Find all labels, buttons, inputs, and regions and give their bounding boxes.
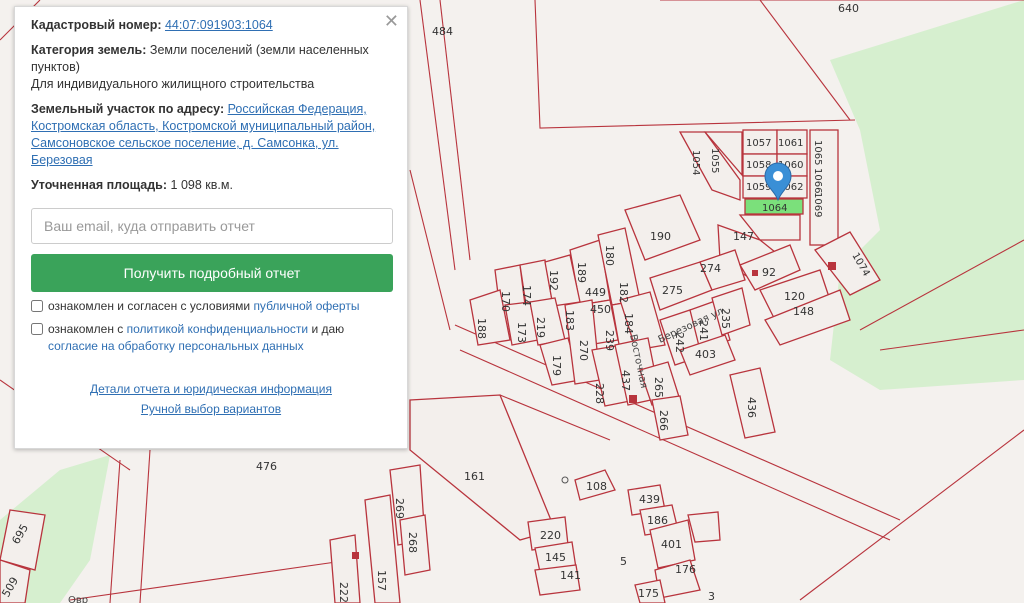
personal-data-consent-link[interactable]: согласие на обработку персональных данны… [48,339,304,353]
plot-label-184: 184 [622,313,635,334]
plot-label-161: 161 [464,470,485,483]
plot-label-268: 268 [406,532,419,553]
plot-label-145: 145 [545,551,566,564]
offer-consent-label: ознакомлен и согласен с условиями публич… [48,299,360,313]
plot-label-275: 275 [662,284,683,297]
plot-label-220: 220 [540,529,561,542]
plot-label-174: 174 [520,285,533,306]
plot-label-183: 183 [563,310,576,331]
close-icon[interactable]: ✕ [384,11,399,31]
plot-label-141: 141 [560,569,581,582]
get-report-button[interactable]: Получить подробный отчет [31,254,393,292]
plot-label-266: 266 [657,410,670,431]
plot-label-175: 175 [638,587,659,600]
plot-label-3: 3 [708,590,715,603]
plot-label-269: 269 [393,498,406,519]
land-use-value: Для индивидуального жилищного строительс… [31,77,315,91]
street-ovr: Овр [68,595,88,603]
plot-label-403: 403 [695,348,716,361]
address-label: Земельный участок по адресу: [31,102,225,116]
privacy-consent-checkbox[interactable] [31,323,43,335]
public-offer-link[interactable]: публичной оферты [253,299,359,313]
plot-label-170: 170 [499,291,512,312]
plot-label-437: 437 [619,370,632,391]
plot-label-484: 484 [432,25,453,38]
plot-label-189: 189 [575,262,588,283]
plot-label-176: 176 [675,563,696,576]
offer-consent-checkbox[interactable] [31,300,43,312]
plot-label-157: 157 [375,570,388,591]
report-details-link[interactable]: Детали отчета и юридическая информация [90,382,332,396]
privacy-policy-link[interactable]: политикой конфиденциальности [127,322,308,336]
plot-label-5: 5 [620,555,627,568]
plot-label-173: 173 [515,322,528,343]
plot-label-1066: 1066 [812,168,823,193]
plot-label-147: 147 [733,230,754,243]
plot-label-239: 239 [603,330,616,351]
plot-label-1057: 1057 [746,138,771,149]
plot-label-270: 270 [577,340,590,361]
plot-label-190: 190 [650,230,671,243]
area-value: 1 098 кв.м. [170,178,233,192]
plot-label-1064: 1064 [762,203,787,214]
plot-label-148: 148 [793,305,814,318]
cadastral-number-link[interactable]: 44:07:091903:1064 [165,18,273,32]
plot-label-265: 265 [652,377,665,398]
plot-label-439: 439 [639,493,660,506]
plot-label-222: 222 [337,582,350,603]
area-label: Уточненная площадь: [31,178,168,192]
plot-label-182: 182 [617,282,630,303]
plot-label-192: 192 [547,270,560,291]
plot-label-228: 228 [593,383,606,404]
plot-label-640: 640 [838,2,859,15]
plot-label-476: 476 [256,460,277,473]
plot-label-450: 450 [590,303,611,316]
plot-label-180: 180 [603,245,616,266]
land-category-label: Категория земель: [31,43,147,57]
plot-label-188: 188 [475,318,488,339]
plot-label-274: 274 [700,262,721,275]
plot-label-108: 108 [586,480,607,493]
manual-selection-link[interactable]: Ручной выбор вариантов [141,402,281,416]
plot-label-1061: 1061 [778,138,803,149]
email-input[interactable] [31,208,393,244]
plot-label-436: 436 [745,397,758,418]
plot-label-449: 449 [585,286,606,299]
plot-label-179: 179 [550,355,563,376]
plot-label-1055: 1055 [709,148,720,173]
plot-label-1065: 1065 [812,140,823,165]
plot-label-1054: 1054 [690,150,701,175]
plot-label-1069: 1069 [812,192,823,217]
plot-label-92: 92 [762,266,776,279]
plot-label-186: 186 [647,514,668,527]
plot-label-219: 219 [534,317,547,338]
plot-info-panel: ✕ Кадастровый номер: 44:07:091903:1064 К… [14,6,408,449]
plot-label-401: 401 [661,538,682,551]
plot-label-120: 120 [784,290,805,303]
cadastral-number-label: Кадастровый номер: [31,18,162,32]
privacy-consent-label: ознакомлен с политикой конфиденциальност… [48,322,345,353]
